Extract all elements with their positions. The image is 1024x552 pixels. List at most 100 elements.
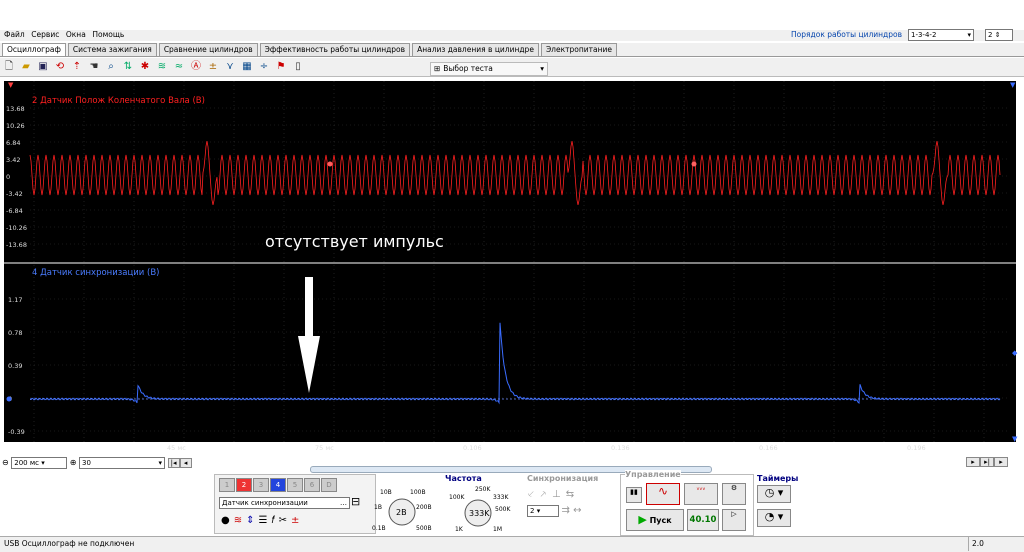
zoom-icon[interactable]: ⌕ — [104, 60, 118, 74]
channel-button-1[interactable]: 1 — [219, 478, 235, 492]
oscilloscope-display[interactable]: 13.68 10.26 6.84 3.42 0 -3.42 -6.84 -10.26 -13.6… — [0, 81, 1024, 456]
ch2-ytick: 0.39 — [8, 362, 22, 370]
channel-button-5[interactable]: 5 — [287, 478, 303, 492]
sum-icon[interactable]: ± — [291, 515, 303, 526]
tab-bar: Осциллограф Система зажигания Сравнение ци… — [0, 43, 1024, 57]
divide-icon[interactable]: ÷ — [257, 60, 271, 74]
channel-button-3[interactable]: 3 — [253, 478, 269, 492]
nav-end-icon[interactable]: ▸ — [994, 457, 1008, 467]
nav-right-icon[interactable]: ▸ — [966, 457, 980, 467]
auto-sync-icon[interactable]: ⇆ — [566, 489, 579, 500]
level-marker[interactable]: ◆ — [1012, 349, 1018, 357]
dot-icon[interactable]: ● — [221, 515, 234, 526]
ch2-ytick: -0.39 — [8, 428, 25, 436]
timer-dropdown-2[interactable]: ◔ ▾ — [757, 509, 791, 527]
play-icon: ▶ — [638, 513, 647, 526]
cylinder-order-label: Порядок работы цилиндров — [791, 30, 902, 39]
sync-channel-select[interactable]: 2 ▾ — [527, 505, 559, 517]
status-text: USB Осциллограф не подключен — [4, 539, 135, 548]
ch1-ytick: 10.26 — [6, 122, 25, 130]
function-icon[interactable]: 𝑓 — [271, 515, 278, 526]
trigger-marker-right[interactable]: ▼ — [1010, 81, 1016, 89]
tab-pressure-analysis[interactable]: Анализ давления в цилиндре — [412, 43, 539, 56]
flag-icon[interactable]: ⚑ — [274, 60, 288, 74]
nav-left-icon[interactable]: ◂ — [179, 458, 192, 468]
channel-zero-marker[interactable] — [6, 396, 12, 402]
ch1-ytick: 13.68 — [6, 105, 25, 113]
hand-icon[interactable]: ☚ — [87, 60, 101, 74]
measure-icon[interactable]: ✱ — [138, 60, 152, 74]
fit-icon[interactable]: ⇅ — [121, 60, 135, 74]
cylinder-order-select[interactable]: 1-3-4-2 ▾ — [908, 29, 974, 41]
sync-level-icon[interactable]: ⇉ ↔ — [562, 505, 582, 516]
cylinder-order-spin[interactable]: 2 ⇕ — [985, 29, 1013, 41]
menu-help[interactable]: Помощь — [92, 30, 124, 39]
nav-right-controls: ▸ ▸| ▸ — [966, 457, 1008, 467]
freq-label-100k: 100K — [449, 494, 465, 501]
falling-edge-icon[interactable]: ⸕ — [540, 489, 553, 500]
nav-prev-icon[interactable]: |◂ — [167, 458, 180, 468]
nav-next-icon[interactable]: ▸| — [980, 457, 994, 467]
points-icon: ⊕ — [69, 458, 77, 467]
save-icon[interactable]: ▣ — [36, 60, 50, 74]
timebase-select[interactable]: 200 мс ▾ — [11, 457, 68, 469]
freq-label-333k: 333K — [493, 494, 509, 501]
sync-edge-buttons: ⸔⸕⊥⇆ — [527, 486, 612, 500]
new-file-icon[interactable]: 🗋 — [2, 60, 16, 74]
compare-icon[interactable]: ≈ — [172, 60, 186, 74]
auto-settings-icon[interactable]: ⚙ — [722, 483, 746, 505]
menu-service[interactable]: Сервис — [31, 30, 59, 39]
channel-button-2[interactable]: 2 — [236, 478, 252, 492]
rising-edge-icon[interactable]: ⸔ — [527, 489, 540, 500]
tab-oscilloscope[interactable]: Осциллограф — [2, 43, 66, 56]
ch1-ytick: 6.84 — [6, 139, 20, 147]
points-select[interactable]: 30 ▾ — [79, 457, 166, 469]
page-icon[interactable]: ▯ — [291, 60, 305, 74]
channel-name-field[interactable]: Датчик синхронизации… — [219, 497, 350, 509]
wave-icon[interactable]: ≋ — [155, 60, 169, 74]
tab-cylinder-compare[interactable]: Сравнение цилиндров — [158, 43, 258, 56]
multi-wave-icon[interactable]: ᵥᵥᵥ — [684, 483, 718, 505]
channel1-title: 2 Датчик Полож Коленчатого Вала (В) — [32, 96, 205, 106]
marker-icon[interactable]: ⇡ — [70, 60, 84, 74]
frequency-panel: Частота 250K 100K 333K 500K 1K 1M 333K — [445, 474, 520, 534]
volt-knob-panel: 10В 100В 1В 200В 0.1В 500В 2В — [372, 476, 437, 534]
invert-icon[interactable]: ⇕ — [246, 515, 258, 526]
trigger-marker-left[interactable]: ▼ — [8, 81, 14, 89]
tab-power[interactable]: Электропитание — [540, 43, 617, 56]
timebase-icon: ⊖ — [2, 458, 9, 467]
cursor-icon[interactable]: ⟲ — [53, 60, 67, 74]
start-button[interactable]: ▶ Пуск — [626, 509, 684, 531]
volt-label-1: 1В — [374, 504, 382, 511]
grid-icon[interactable]: ▦ — [240, 60, 254, 74]
test-select[interactable]: ⊞ Выбор теста ▾ — [430, 62, 548, 76]
filter-icon[interactable]: ⋎ — [223, 60, 237, 74]
volt-label-200: 200В — [416, 504, 432, 511]
channel-button-D[interactable]: D — [321, 478, 337, 492]
probe-icon[interactable]: ⊟ — [351, 495, 360, 508]
x-tick: 0.106 — [463, 444, 482, 452]
sync-channel-value: 2 — [530, 507, 535, 515]
zero-icon[interactable]: ± — [206, 60, 220, 74]
sine-wave-icon[interactable]: ∿ — [646, 483, 680, 505]
tab-ignition[interactable]: Система зажигания — [67, 43, 157, 56]
auto-play-icon[interactable]: ▷ — [722, 509, 746, 531]
level-marker-bottom[interactable]: ▼ — [1012, 435, 1018, 443]
pause-icon[interactable]: ▮▮ — [626, 487, 642, 503]
auto-icon[interactable]: Ⓐ — [189, 60, 203, 74]
channel-button-6[interactable]: 6 — [304, 478, 320, 492]
menu-windows[interactable]: Окна — [66, 30, 86, 39]
x-tick: 0.196 — [907, 444, 926, 452]
cursor-marker-2[interactable] — [691, 161, 697, 167]
open-folder-icon[interactable]: ▰ — [19, 60, 33, 74]
channel-button-4[interactable]: 4 — [270, 478, 286, 492]
menu-file[interactable]: Файл — [4, 30, 25, 39]
cursor-marker-1[interactable] — [327, 161, 333, 167]
lines-icon[interactable]: ☰ — [259, 515, 272, 526]
tools-icon[interactable]: ✂ — [279, 515, 291, 526]
noise-icon[interactable]: ≋ — [234, 515, 246, 526]
ch2-ytick: 0.78 — [8, 329, 22, 337]
pulse-icon[interactable]: ⊥ — [552, 489, 566, 500]
timer-dropdown-1[interactable]: ◷ ▾ — [757, 485, 791, 503]
tab-cylinder-efficiency[interactable]: Эффективность работы цилиндров — [259, 43, 411, 56]
